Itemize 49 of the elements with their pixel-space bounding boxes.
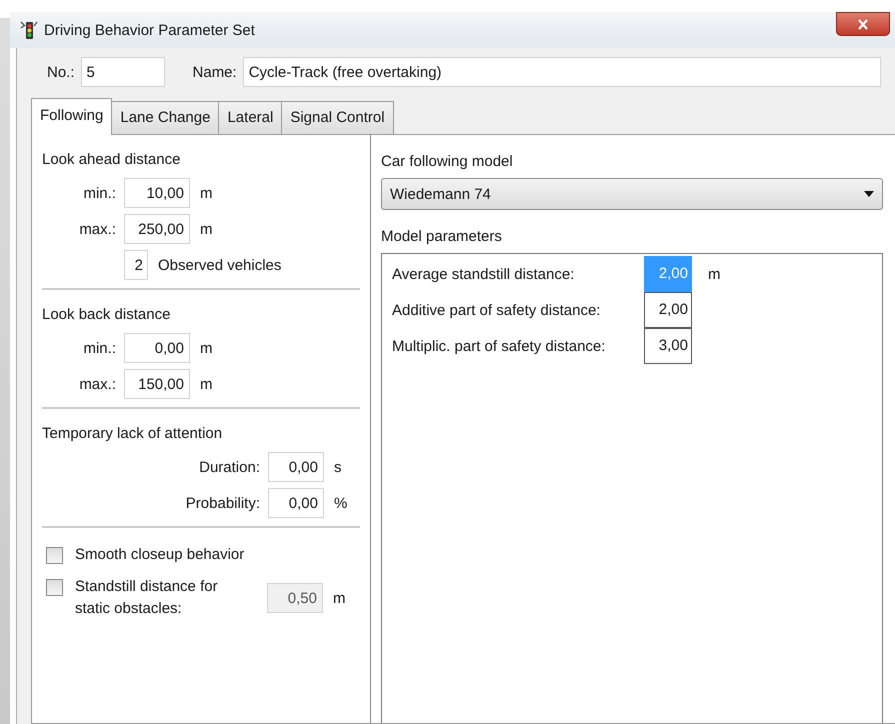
number-field[interactable]: 5 [80, 57, 165, 87]
tab[interactable]: Lateral [218, 101, 282, 134]
unit-label: s [334, 458, 342, 476]
name-label: Name: [192, 64, 237, 80]
field-label: max.: [78, 376, 116, 392]
parameter-label: Additive part of safety distance: [392, 302, 602, 318]
close-button[interactable] [836, 12, 890, 36]
caret-icon [864, 191, 874, 197]
section-title: Look ahead distance [42, 151, 182, 168]
parameters-label: Model parameters [381, 228, 503, 245]
window-title: Driving Behavior Parameter Set [44, 22, 255, 38]
name-field[interactable]: Cycle-Track (free overtaking) [242, 57, 881, 87]
distance-field[interactable]: 0,00 [124, 333, 190, 363]
distance-field[interactable]: 150,00 [124, 369, 190, 399]
tab[interactable]: Following [31, 98, 112, 135]
checkbox-label: Standstill distance for static obstacles: [75, 577, 219, 619]
vehicles-field[interactable]: 2 [124, 250, 148, 280]
unit-label: m [200, 340, 212, 356]
model-dropdown[interactable]: Wiedemann 74 [381, 178, 883, 210]
number-label: No.: [47, 64, 75, 80]
field-label: Duration: [198, 458, 260, 476]
field-label: max.: [78, 220, 116, 238]
checkbox[interactable] [46, 547, 63, 564]
section-title: Look back distance [42, 306, 172, 323]
traffic-light-icon [20, 20, 38, 40]
field-label: min.: [82, 184, 116, 202]
distance-field[interactable]: 10,00 [124, 178, 190, 208]
model-label: Car following model [381, 153, 514, 170]
close-icon [857, 18, 869, 30]
unit-label: % [334, 494, 348, 512]
unit-label: m [200, 220, 212, 238]
vehicles-label: Observed vehicles [158, 256, 282, 274]
parameter-label: Multiplic. part of safety distance: [392, 338, 606, 354]
parameter-value[interactable]: 2,00 [644, 292, 692, 328]
tab[interactable]: Signal Control [281, 101, 394, 134]
attention-field[interactable]: 0,00 [268, 488, 324, 518]
parameter-label: Average standstill distance: [392, 266, 576, 282]
field-label: Probability: [184, 494, 260, 512]
parameter-value[interactable]: 3,00 [644, 328, 692, 364]
section-title: Temporary lack of attention [42, 425, 224, 442]
distance-field[interactable]: 250,00 [124, 214, 190, 244]
unit-label: m [200, 184, 212, 202]
unit-label: m [708, 266, 720, 282]
checkbox-label: Smooth closeup behavior [75, 545, 246, 565]
attention-field[interactable]: 0,00 [268, 452, 324, 482]
unit-label: m [333, 590, 346, 606]
unit-label: m [200, 376, 212, 392]
tab[interactable]: Lane Change [111, 101, 220, 134]
field-label: min.: [82, 340, 116, 356]
